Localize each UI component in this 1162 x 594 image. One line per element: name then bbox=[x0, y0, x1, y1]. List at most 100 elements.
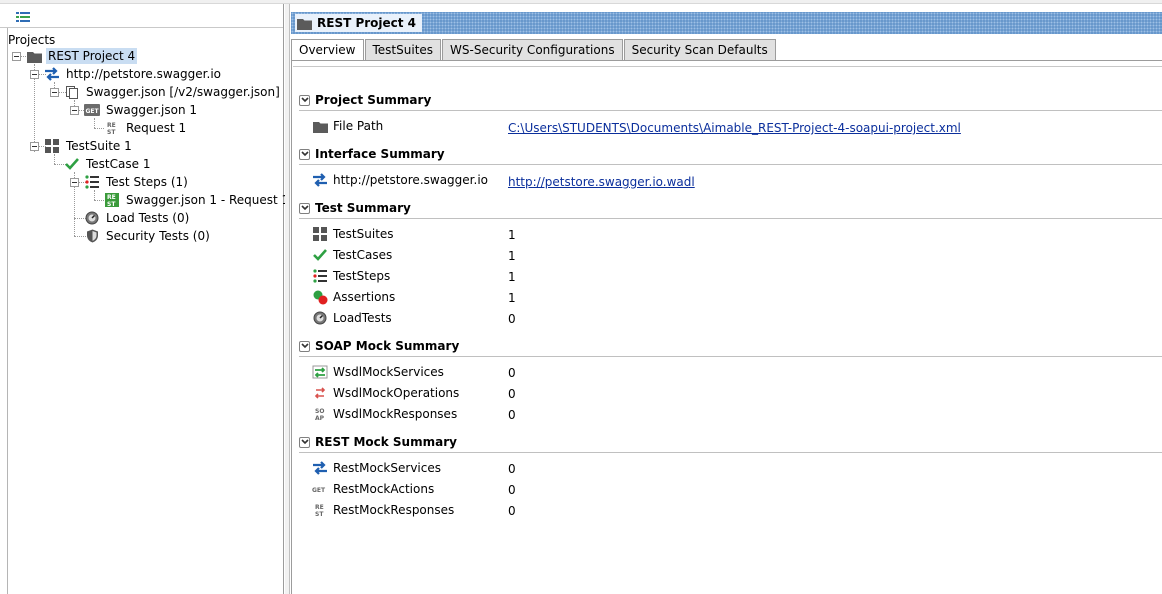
row-label: WsdlMockOperations bbox=[333, 386, 460, 400]
chevron-down-icon[interactable] bbox=[299, 340, 310, 352]
tree-item-loadtests[interactable]: Load Tests (0) bbox=[84, 209, 191, 227]
file-path-value[interactable]: C:\Users\STUDENTS\Documents\Aimable_REST… bbox=[508, 119, 961, 137]
collapse-toggle[interactable] bbox=[50, 88, 59, 97]
section-project-summary[interactable]: Project Summary bbox=[299, 91, 1162, 109]
tree-item-label: Request 1 bbox=[126, 121, 187, 135]
row-value: 0 bbox=[508, 387, 516, 401]
collapse-toggle[interactable] bbox=[30, 142, 39, 151]
row-value: 0 bbox=[508, 312, 516, 326]
tree-item-testcase[interactable]: TestCase 1 bbox=[64, 155, 152, 173]
security-shield-icon bbox=[84, 228, 100, 244]
row-value: 0 bbox=[508, 408, 516, 422]
teststeps-icon bbox=[312, 268, 328, 284]
svg-text:ST: ST bbox=[107, 129, 116, 135]
testsuite-icon bbox=[44, 138, 60, 154]
tree-item-testsuite[interactable]: TestSuite 1 bbox=[44, 137, 134, 155]
tree-item-label: Swagger.json 1 bbox=[106, 103, 198, 117]
tab-security-scan-defaults[interactable]: Security Scan Defaults bbox=[623, 39, 776, 60]
tree-item-teststep[interactable]: RE ST Swagger.json 1 - Request 1 bbox=[104, 191, 291, 209]
row-label: LoadTests bbox=[333, 311, 392, 325]
row-label: TestSteps bbox=[333, 269, 391, 283]
tree-connector bbox=[94, 190, 95, 200]
testsuite-icon bbox=[312, 226, 328, 242]
file-path-link[interactable]: C:\Users\STUDENTS\Documents\Aimable_REST… bbox=[508, 121, 961, 135]
chevron-down-icon[interactable] bbox=[299, 94, 310, 106]
wadl-link[interactable]: http://petstore.swagger.io.wadl bbox=[508, 175, 695, 189]
row-value: 0 bbox=[508, 462, 516, 476]
summary-row-rest-mock-actions: GET RestMockActions bbox=[312, 480, 434, 498]
tree-item-request[interactable]: RE ST Request 1 bbox=[104, 119, 188, 137]
testcase-check-icon bbox=[64, 156, 80, 172]
tree-item-label: Load Tests (0) bbox=[106, 211, 190, 225]
section-soap-mock-summary[interactable]: SOAP Mock Summary bbox=[299, 337, 1162, 355]
rest-response-icon: RE ST bbox=[312, 502, 328, 518]
row-value: 0 bbox=[508, 504, 516, 518]
svg-text:SO: SO bbox=[315, 408, 324, 415]
tree-item-label: Swagger.json 1 - Request 1 bbox=[126, 193, 290, 207]
navigator-toolbar bbox=[0, 4, 283, 28]
tree-item-method[interactable]: GET Swagger.json 1 bbox=[84, 101, 199, 119]
tree-item-securitytests[interactable]: Security Tests (0) bbox=[84, 227, 212, 245]
section-test-summary[interactable]: Test Summary bbox=[299, 199, 1162, 217]
interface-value[interactable]: http://petstore.swagger.io.wadl bbox=[508, 173, 695, 191]
collapse-toggle[interactable] bbox=[30, 70, 39, 79]
section-title: Interface Summary bbox=[315, 147, 445, 161]
rest-request-icon: RE ST bbox=[104, 120, 120, 136]
tab-overview[interactable]: Overview bbox=[291, 39, 364, 61]
row-label: RestMockResponses bbox=[333, 503, 455, 517]
tree-item-teststeps[interactable]: Test Steps (1) bbox=[84, 173, 190, 191]
section-divider bbox=[299, 218, 1162, 219]
row-label: RestMockServices bbox=[333, 461, 441, 475]
svg-text:ST: ST bbox=[107, 201, 116, 207]
collapse-toggle[interactable] bbox=[70, 178, 79, 187]
summary-row-interface: http://petstore.swagger.io bbox=[312, 171, 488, 189]
collapse-toggle[interactable] bbox=[12, 52, 21, 61]
loadtest-icon bbox=[84, 210, 100, 226]
panel-title-bar: REST Project 4 bbox=[291, 12, 1162, 34]
tree-item-label: Security Tests (0) bbox=[106, 229, 210, 243]
resource-icon bbox=[64, 84, 80, 100]
summary-row-teststeps: TestSteps bbox=[312, 267, 390, 285]
summary-row-rest-mock-services: RestMockServices bbox=[312, 459, 441, 477]
chevron-down-icon[interactable] bbox=[299, 148, 310, 160]
panel-splitter[interactable] bbox=[285, 4, 290, 594]
chevron-down-icon[interactable] bbox=[299, 436, 310, 448]
row-label: WsdlMockResponses bbox=[333, 407, 458, 421]
mockservice-icon bbox=[312, 364, 328, 380]
folder-icon bbox=[297, 17, 312, 30]
svg-text:RE: RE bbox=[107, 194, 116, 201]
row-label: File Path bbox=[333, 119, 384, 133]
summary-row-testsuites: TestSuites bbox=[312, 225, 394, 243]
tree-view-toggle-icon[interactable] bbox=[16, 11, 30, 23]
row-value: 1 bbox=[508, 228, 516, 242]
rest-interface-icon bbox=[44, 66, 60, 82]
overview-toolbar-divider bbox=[293, 66, 1162, 67]
panel-title-text: REST Project 4 bbox=[317, 16, 417, 30]
summary-row-assertions: Assertions bbox=[312, 288, 395, 306]
tab-ws-security-configurations[interactable]: WS-Security Configurations bbox=[442, 39, 623, 60]
rest-teststep-icon: RE ST bbox=[104, 192, 120, 208]
tree-item-project[interactable]: REST Project 4 bbox=[26, 47, 138, 65]
projects-root-label: Projects bbox=[8, 33, 56, 47]
svg-text:RE: RE bbox=[315, 504, 324, 511]
rest-interface-icon bbox=[312, 172, 328, 188]
section-rest-mock-summary[interactable]: REST Mock Summary bbox=[299, 433, 1162, 451]
tree-item-interface[interactable]: http://petstore.swagger.io bbox=[44, 65, 223, 83]
tree-item-label: Swagger.json [/v2/swagger.json] bbox=[86, 85, 280, 99]
tab-testsuites[interactable]: TestSuites bbox=[364, 39, 442, 60]
tree-item-resource[interactable]: Swagger.json [/v2/swagger.json] bbox=[64, 83, 282, 101]
teststeps-icon bbox=[84, 174, 100, 190]
section-interface-summary[interactable]: Interface Summary bbox=[299, 145, 1162, 163]
collapse-toggle[interactable] bbox=[70, 106, 79, 115]
tree-item-label: TestCase 1 bbox=[86, 157, 151, 171]
svg-text:GET: GET bbox=[312, 487, 326, 494]
summary-row-loadtests: LoadTests bbox=[312, 309, 392, 327]
row-label: http://petstore.swagger.io bbox=[333, 173, 488, 187]
section-title: SOAP Mock Summary bbox=[315, 339, 460, 353]
summary-row-testcases: TestCases bbox=[312, 246, 392, 264]
folder-icon bbox=[26, 48, 42, 64]
row-label: WsdlMockServices bbox=[333, 365, 444, 379]
tree-item-label: http://petstore.swagger.io bbox=[66, 67, 221, 81]
chevron-down-icon[interactable] bbox=[299, 202, 310, 214]
panel-title: REST Project 4 bbox=[295, 14, 423, 32]
